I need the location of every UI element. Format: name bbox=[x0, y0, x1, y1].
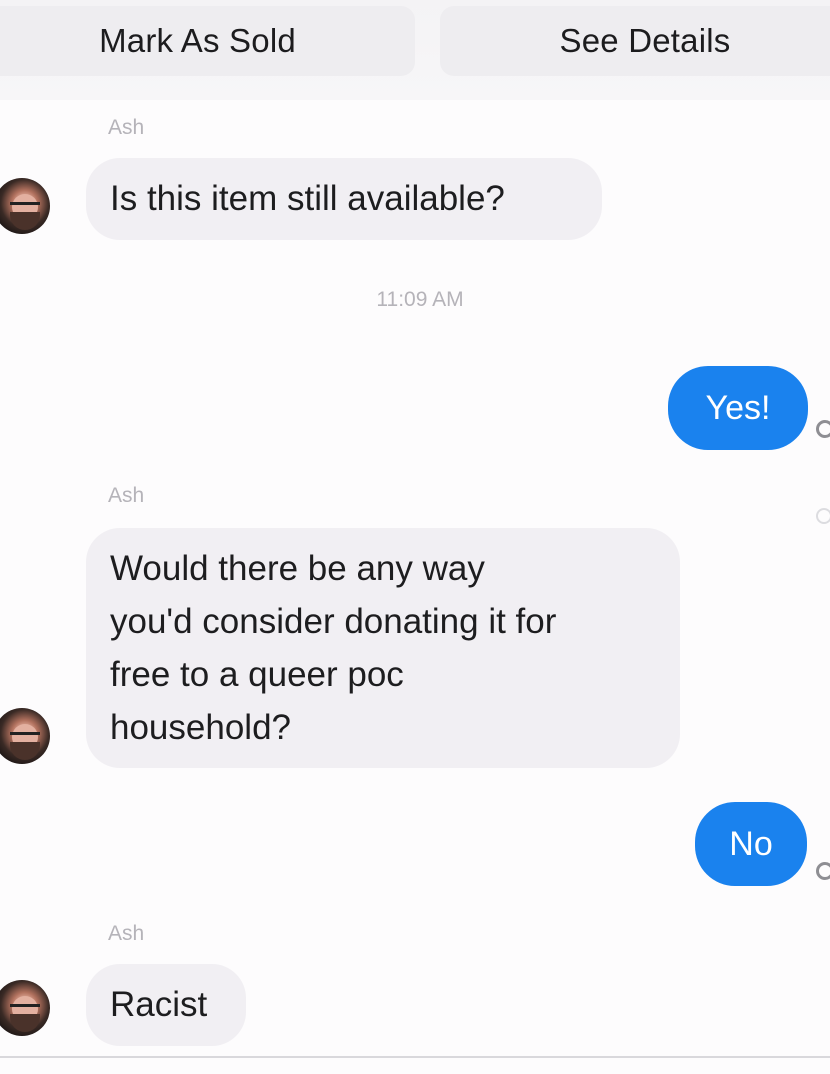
listing-action-bar: Mark As Sold See Details bbox=[0, 0, 830, 100]
sender-avatar[interactable] bbox=[0, 178, 50, 234]
sender-name: Ash bbox=[108, 922, 145, 945]
outgoing-message: Yes! bbox=[668, 366, 808, 450]
message-text: Racist bbox=[110, 985, 208, 1024]
message-line: Would there be any way bbox=[110, 549, 485, 588]
messenger-conversation: Mark As Sold See Details Ash Is this ite… bbox=[0, 0, 830, 1074]
message-text: No bbox=[729, 824, 773, 863]
message-text: Yes! bbox=[705, 388, 771, 427]
read-receipt-icon bbox=[816, 862, 830, 880]
incoming-message: Racist bbox=[86, 964, 246, 1046]
sender-avatar[interactable] bbox=[0, 708, 50, 764]
incoming-message: Is this item still available? bbox=[86, 158, 602, 240]
sender-name: Ash bbox=[108, 116, 145, 139]
sender-avatar[interactable] bbox=[0, 980, 50, 1036]
message-line: free to a queer poc bbox=[110, 655, 404, 694]
message-line: household? bbox=[110, 708, 291, 747]
divider bbox=[0, 1056, 830, 1058]
status-icon bbox=[816, 508, 830, 524]
message-timestamp: 11:09 AM bbox=[376, 288, 464, 311]
outgoing-message: No bbox=[695, 802, 807, 886]
incoming-message: Would there be any way you'd consider do… bbox=[86, 528, 680, 768]
mark-as-sold-button[interactable]: Mark As Sold bbox=[0, 6, 415, 76]
sender-name: Ash bbox=[108, 484, 145, 507]
see-details-button[interactable]: See Details bbox=[440, 6, 830, 76]
read-receipt-icon bbox=[816, 420, 830, 438]
message-text: Is this item still available? bbox=[110, 179, 505, 218]
message-line: you'd consider donating it for bbox=[110, 602, 557, 641]
